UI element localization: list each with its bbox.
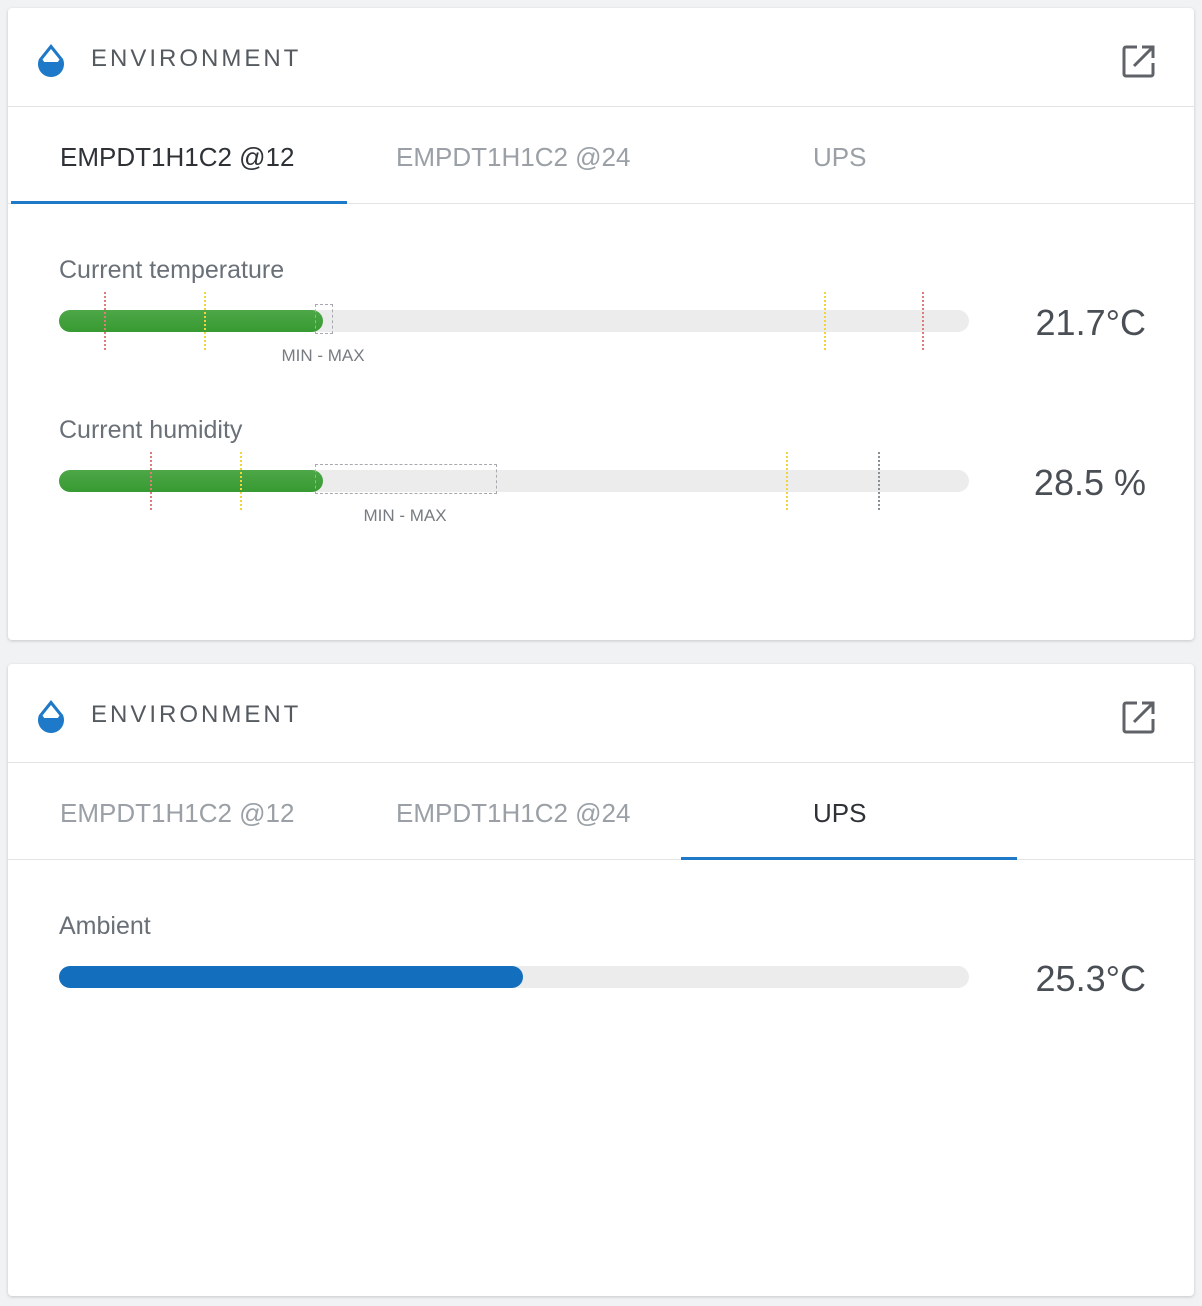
humidity-gauge-track: MIN - MAX <box>59 452 969 525</box>
high-warning-marker <box>824 292 826 350</box>
ambient-value: 25.3°C <box>1035 958 1146 999</box>
humidity-metric: Current humidity MIN - MAX 28.5 % <box>8 416 1194 536</box>
metric-label: Current humidity <box>59 416 243 444</box>
temperature-gauge-track: MIN - MAX <box>59 292 969 365</box>
high-critical-marker <box>922 292 924 350</box>
tab-label: EMPDT1H1C2 @12 <box>60 798 295 828</box>
metric-label: Current temperature <box>59 256 285 284</box>
environment-card: ENVIRONMENT EMPDT1H1C2 @12 EMPDT1H1C2 @2… <box>8 664 1194 1296</box>
tab-bar: EMPDT1H1C2 @12 EMPDT1H1C2 @24 UPS <box>8 107 1194 204</box>
humidity-value: 28.5 % <box>1033 462 1146 503</box>
min-max-label: MIN - MAX <box>363 506 447 525</box>
low-warning-marker <box>204 292 206 350</box>
water-drop-icon <box>38 44 64 77</box>
water-drop-icon <box>38 700 64 733</box>
ambient-metric: Ambient 25.3°C <box>8 912 1194 1032</box>
card-title: ENVIRONMENT <box>91 701 302 728</box>
min-max-label: MIN - MAX <box>281 346 365 365</box>
temperature-value: 21.7°C <box>1035 302 1146 343</box>
min-max-range <box>315 304 333 334</box>
ambient-gauge-track <box>59 966 969 988</box>
humidity-gauge-fill <box>59 470 323 492</box>
card-title: ENVIRONMENT <box>91 45 302 72</box>
min-max-range <box>315 464 497 494</box>
card-header: ENVIRONMENT <box>8 8 1194 107</box>
tab-empdt-24[interactable]: EMPDT1H1C2 @24 <box>347 107 683 203</box>
low-critical-marker <box>150 452 152 510</box>
open-external-icon[interactable] <box>1120 42 1158 80</box>
tab-ups[interactable]: UPS <box>681 763 1017 860</box>
card-header: ENVIRONMENT <box>8 664 1194 763</box>
tab-label: EMPDT1H1C2 @24 <box>396 142 631 172</box>
tab-label: EMPDT1H1C2 @12 <box>60 142 295 172</box>
tab-bar: EMPDT1H1C2 @12 EMPDT1H1C2 @24 UPS <box>8 763 1194 860</box>
tab-empdt-12[interactable]: EMPDT1H1C2 @12 <box>11 107 347 204</box>
temperature-gauge-fill <box>59 310 323 332</box>
tab-empdt-24[interactable]: EMPDT1H1C2 @24 <box>347 763 683 859</box>
ambient-gauge-fill <box>59 966 524 988</box>
tab-label: UPS <box>813 798 867 828</box>
metric-label: Ambient <box>59 912 151 940</box>
high-warning-marker <box>786 452 788 510</box>
environment-card: ENVIRONMENT EMPDT1H1C2 @12 EMPDT1H1C2 @2… <box>8 8 1194 640</box>
low-warning-marker <box>240 452 242 510</box>
tab-ups[interactable]: UPS <box>681 107 1017 203</box>
temperature-metric: Current temperature MIN - MAX 21.7°C <box>8 256 1194 376</box>
low-critical-marker <box>104 292 106 350</box>
high-critical-marker <box>878 452 880 510</box>
tab-label: EMPDT1H1C2 @24 <box>396 798 631 828</box>
tab-empdt-12[interactable]: EMPDT1H1C2 @12 <box>11 763 347 859</box>
open-external-icon[interactable] <box>1120 698 1158 736</box>
tab-label: UPS <box>813 142 867 172</box>
